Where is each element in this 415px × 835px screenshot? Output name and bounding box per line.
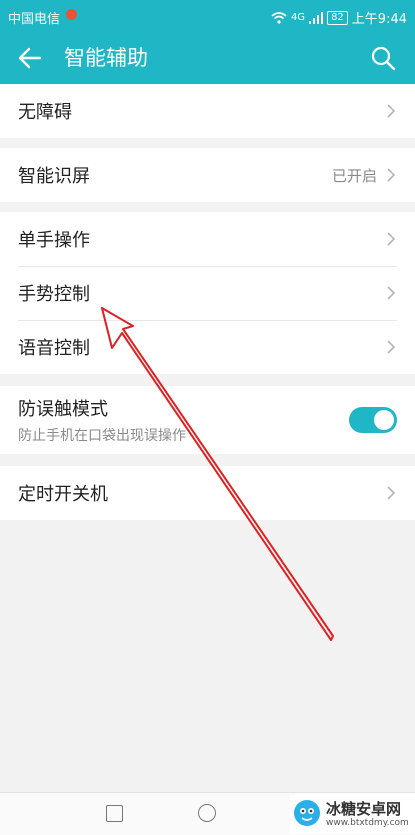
- watermark-name: 冰糖安卓网: [326, 800, 402, 818]
- signal-icon: [309, 11, 324, 24]
- notification-icon: [66, 9, 77, 20]
- smart-screen-label: 智能识屏: [18, 166, 90, 187]
- watermark-logo-icon: [294, 800, 320, 826]
- scheduled-power-label: 定时开关机: [18, 484, 108, 505]
- page-title: 智能辅助: [64, 46, 148, 70]
- scheduled-power-item[interactable]: 定时开关机: [0, 466, 415, 520]
- settings-group-scheduled-power: 定时开关机: [0, 466, 415, 520]
- wifi-icon: [271, 11, 287, 24]
- settings-group-accessibility: 无障碍: [0, 84, 415, 138]
- gesture-control-item[interactable]: 手势控制: [0, 266, 415, 320]
- chevron-right-icon: [387, 486, 396, 500]
- clock: 上午9:44: [351, 12, 407, 27]
- toggle-knob: [374, 410, 394, 430]
- smart-screen-status: 已开启: [331, 166, 377, 185]
- back-arrow-icon[interactable]: [16, 44, 44, 72]
- chevron-right-icon: [387, 286, 396, 300]
- one-hand-item[interactable]: 单手操作: [0, 212, 415, 266]
- pocket-mode-texts: 防误触模式 防止手机在口袋出现误操作: [18, 395, 349, 445]
- smart-screen-item[interactable]: 智能识屏 已开启: [0, 148, 415, 202]
- app-bar: 智能辅助: [0, 32, 415, 84]
- accessibility-label: 无障碍: [18, 102, 72, 123]
- settings-group-pocket-mode: 防误触模式 防止手机在口袋出现误操作: [0, 386, 415, 454]
- settings-group-smart-screen: 智能识屏 已开启: [0, 148, 415, 202]
- home-button[interactable]: [198, 804, 216, 822]
- network-type: 4G: [290, 12, 306, 23]
- settings-group-controls: 单手操作 手势控制 语音控制: [0, 212, 415, 374]
- pocket-mode-description: 防止手机在口袋出现误操作: [18, 428, 186, 444]
- recents-button[interactable]: [106, 805, 123, 822]
- chevron-right-icon: [387, 104, 396, 118]
- chevron-right-icon: [387, 232, 396, 246]
- watermark: 冰糖安卓网 www.btxtdmy.com: [290, 794, 415, 834]
- pocket-mode-item: 防误触模式 防止手机在口袋出现误操作: [0, 386, 415, 454]
- battery-icon: 82: [327, 10, 348, 25]
- one-hand-label: 单手操作: [18, 230, 90, 251]
- gesture-control-label: 手势控制: [18, 284, 90, 305]
- carrier-name: 中国电信: [8, 12, 61, 27]
- status-bar: 中国电信 4G 82 上午9:44: [0, 0, 415, 32]
- pocket-mode-toggle[interactable]: [349, 407, 397, 433]
- status-icons: 4G 82 上午9:44: [271, 8, 407, 27]
- voice-control-item[interactable]: 语音控制: [0, 320, 415, 374]
- chevron-right-icon: [387, 168, 396, 182]
- watermark-url: www.btxtdmy.com: [326, 818, 409, 828]
- search-icon[interactable]: [369, 44, 397, 72]
- chevron-right-icon: [387, 340, 396, 354]
- pocket-mode-label: 防误触模式: [18, 399, 108, 420]
- voice-control-label: 语音控制: [18, 338, 90, 359]
- accessibility-item[interactable]: 无障碍: [0, 84, 415, 138]
